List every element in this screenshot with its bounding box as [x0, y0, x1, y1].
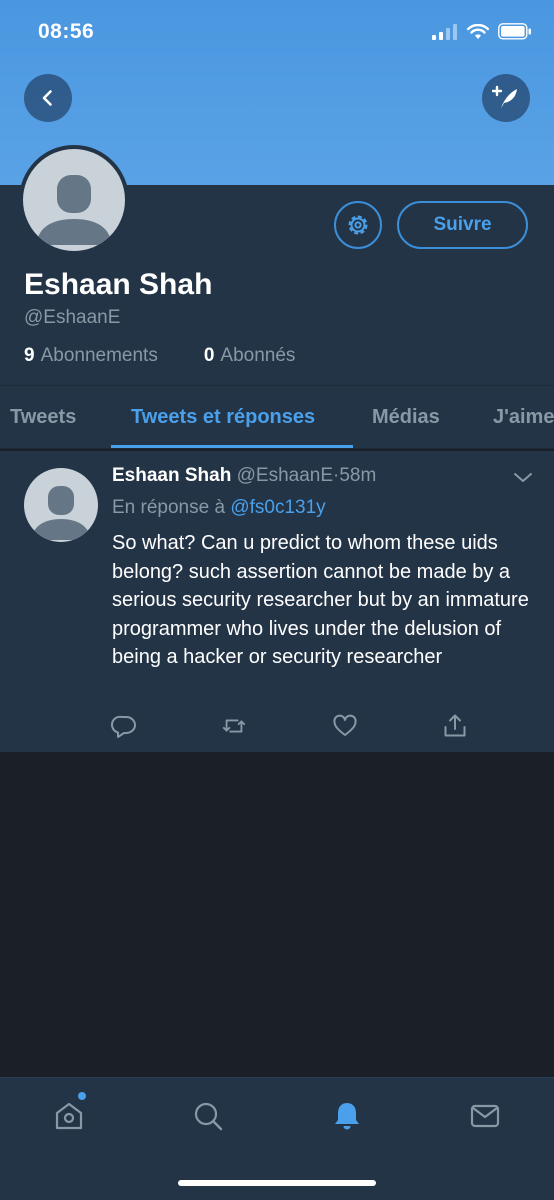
tweet-author-handle: @EshaanE: [236, 465, 334, 486]
nav-home[interactable]: [51, 1098, 87, 1134]
tweet-avatar[interactable]: [24, 468, 98, 542]
following-label: Abonnements: [40, 345, 158, 366]
bell-icon: [335, 1103, 359, 1130]
profile-settings-button[interactable]: [334, 201, 382, 249]
default-avatar-icon: [32, 486, 90, 540]
battery-icon: [498, 23, 531, 40]
retweet-button[interactable]: [221, 713, 247, 739]
active-tab-indicator: [111, 445, 353, 448]
tab-tweets-and-replies[interactable]: Tweets et réponses: [131, 406, 315, 429]
chevron-left-icon: [42, 90, 52, 106]
following-count: 9: [24, 345, 35, 366]
tweet-author-name[interactable]: Eshaan Shah: [112, 465, 231, 486]
followers-stat[interactable]: 0 Abonnés: [204, 345, 296, 367]
share-button[interactable]: [442, 713, 468, 739]
compose-tweet-icon: [492, 85, 517, 108]
unread-dot: [78, 1092, 86, 1100]
retweet-icon: [222, 719, 246, 733]
tab-media[interactable]: Médias: [372, 406, 440, 429]
status-time: 08:56: [38, 20, 95, 43]
search-icon: [194, 1102, 223, 1131]
nav-messages[interactable]: [467, 1098, 503, 1134]
tweet-header: Eshaan Shah @EshaanE·58m: [112, 465, 376, 487]
like-button[interactable]: [332, 713, 358, 739]
gear-icon: [348, 215, 368, 235]
profile-tabs: Tweets Tweets et réponses Médias J'aime: [0, 385, 554, 449]
followers-label: Abonnés: [220, 345, 296, 366]
nav-search[interactable]: [190, 1098, 226, 1134]
tweet-text: So what? Can u predict to whom these uid…: [112, 532, 529, 668]
home-indicator[interactable]: [178, 1180, 376, 1186]
tab-likes[interactable]: J'aime: [493, 406, 554, 429]
profile-handle: @EshaanE: [24, 307, 121, 328]
cellular-signal-icon: [432, 23, 457, 40]
tweet-time: 58m: [339, 465, 377, 486]
compose-tweet-button[interactable]: [482, 74, 530, 122]
nav-notifications[interactable]: [329, 1098, 365, 1134]
profile-avatar[interactable]: [19, 145, 129, 255]
tweet-actions: [0, 713, 554, 743]
reply-icon: [111, 715, 136, 738]
heart-icon: [333, 714, 357, 736]
reply-prefix: En réponse à: [112, 497, 226, 518]
followers-count: 0: [203, 345, 215, 366]
following-stat[interactable]: 9 Abonnements: [24, 345, 158, 367]
status-icons: [432, 23, 532, 40]
tweet-reply-context: En réponse à @fs0c131y: [112, 497, 326, 519]
home-icon: [55, 1102, 83, 1130]
follow-button[interactable]: Suivre: [397, 201, 528, 249]
profile-name: Eshaan Shah: [24, 268, 213, 301]
mail-icon: [470, 1104, 500, 1128]
chevron-down-icon[interactable]: [513, 471, 533, 485]
wifi-icon: [467, 23, 489, 39]
tab-tweets[interactable]: Tweets: [10, 406, 76, 429]
back-button[interactable]: [24, 74, 72, 122]
reply-button[interactable]: [111, 713, 137, 739]
tweet-card[interactable]: Eshaan Shah @EshaanE·58m En réponse à @f…: [0, 451, 554, 752]
status-bar: 08:56: [0, 0, 554, 64]
share-icon: [444, 714, 466, 737]
reply-mention-link[interactable]: @fs0c131y: [230, 497, 325, 518]
default-avatar-icon: [37, 175, 111, 245]
profile-stats: 9 Abonnements 0 Abonnés: [24, 345, 341, 367]
